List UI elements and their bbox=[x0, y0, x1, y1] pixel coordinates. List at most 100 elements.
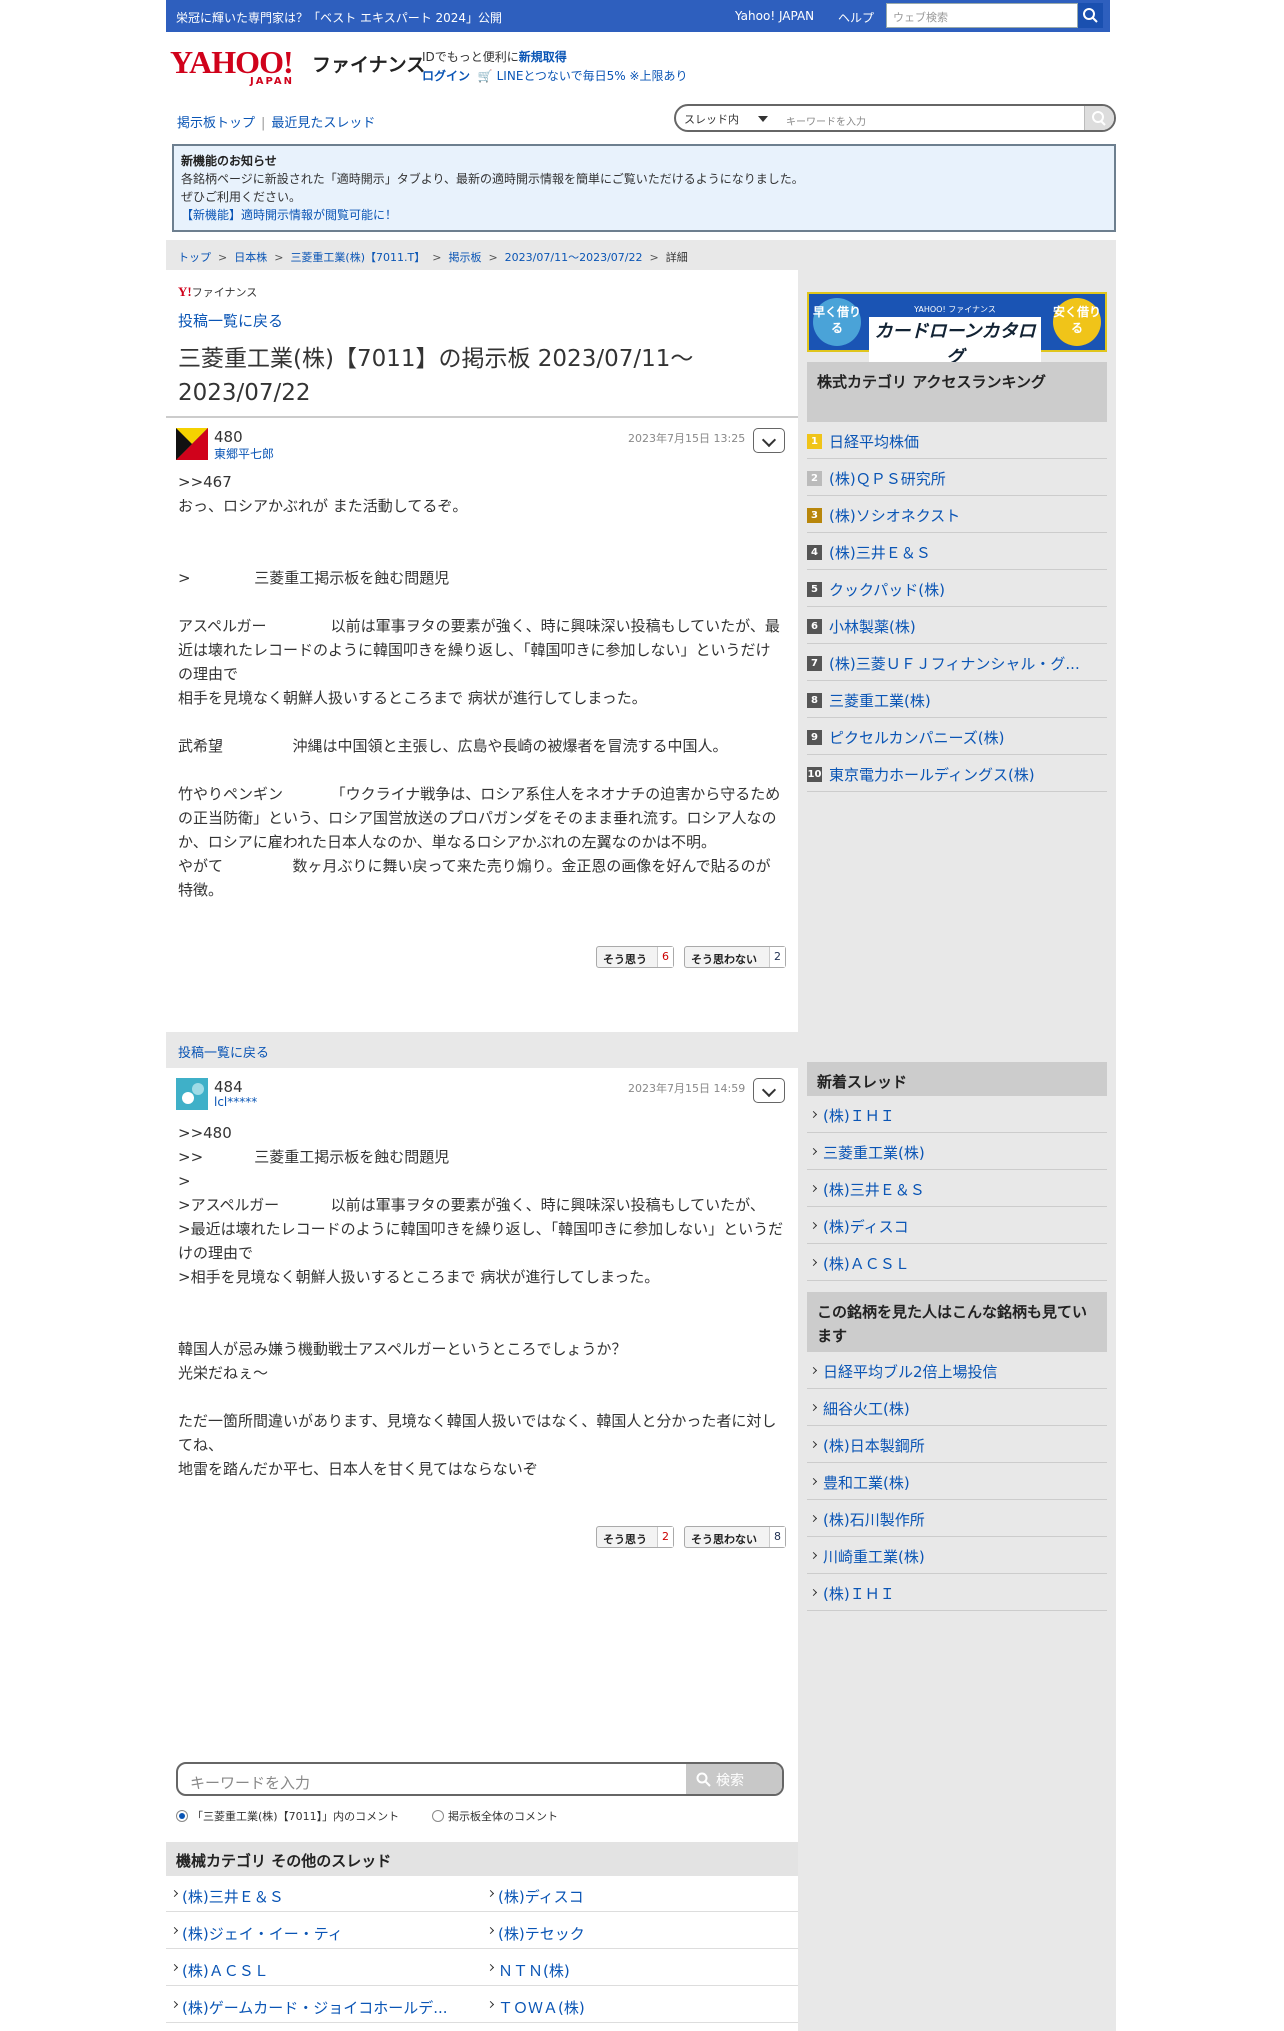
search-scope-select[interactable]: スレッド内 bbox=[684, 111, 739, 127]
other-thread-item[interactable]: (株)ジェイ・イー・ティ bbox=[166, 1913, 482, 1949]
breadcrumb-stock[interactable]: 三菱重工業(株)【7011.T】 bbox=[290, 251, 425, 264]
back-to-list-link[interactable]: 投稿一覧に戻る bbox=[178, 1046, 269, 1061]
other-thread-item[interactable]: (株)三井Ｅ＆Ｓ bbox=[166, 1876, 482, 1912]
also-viewed-item[interactable]: (株)日本製鋼所 bbox=[807, 1426, 1107, 1463]
card-loan-ad[interactable]: 早く借りる YAHOO! ファイナンス カードローンカタログ 安く借りる bbox=[807, 292, 1107, 369]
ranking-item-label: クックパッド(株) bbox=[829, 581, 945, 599]
ad-center: YAHOO! ファイナンス カードローンカタログ bbox=[869, 304, 1041, 369]
board-keyword-input[interactable]: キーワードを入力 bbox=[786, 113, 866, 128]
breadcrumb-jp-stocks[interactable]: 日本株 bbox=[234, 251, 267, 264]
also-viewed-item[interactable]: 豊和工業(株) bbox=[807, 1463, 1107, 1500]
radio-all-comments[interactable]: 掲示板全体のコメント bbox=[432, 1808, 558, 1824]
logo-text: YAHOO! bbox=[170, 44, 294, 80]
agree-button[interactable]: そう思う 2 bbox=[596, 1526, 674, 1548]
post-menu-button[interactable] bbox=[753, 1078, 785, 1103]
agree-button[interactable]: そう思う 6 bbox=[596, 946, 674, 968]
notice-line: 各銘柄ページに新設された「適時開示」タブより、最新の適時開示情報を簡単にご覧いた… bbox=[181, 172, 804, 186]
disagree-button[interactable]: そう思わない 8 bbox=[684, 1526, 786, 1548]
also-viewed-item[interactable]: (株)石川製作所 bbox=[807, 1500, 1107, 1537]
help-link[interactable]: ヘルプ bbox=[838, 9, 874, 26]
notice-line: ぜひご利用ください。 bbox=[181, 190, 302, 204]
ranking-item[interactable]: 2 (株)ＱＰＳ研究所 bbox=[807, 459, 1107, 496]
disagree-count: 2 bbox=[769, 947, 785, 967]
ranking-item[interactable]: 6 小林製薬(株) bbox=[807, 607, 1107, 644]
register-link[interactable]: 新規取得 bbox=[519, 50, 567, 64]
back-to-list-link[interactable]: 投稿一覧に戻る bbox=[178, 310, 283, 331]
search-button[interactable]: 検索 bbox=[686, 1764, 782, 1794]
top-bar: 栄冠に輝いた専門家は？「ベスト エキスパート 2024」公開 Yahoo! JA… bbox=[166, 0, 1110, 32]
post-date: 2023年7月15日 13:25 bbox=[628, 432, 746, 445]
new-thread-item[interactable]: 三菱重工業(株) bbox=[807, 1133, 1107, 1170]
breadcrumb-current: 詳細 bbox=[665, 251, 688, 264]
other-thread-item[interactable]: (株)ＡＣＳＬ bbox=[166, 1950, 482, 1986]
yahoo-japan-link[interactable]: Yahoo! JAPAN bbox=[735, 9, 814, 23]
post-author[interactable]: lcl***** bbox=[214, 1095, 257, 1109]
other-thread-item[interactable]: (株)ディスコ bbox=[482, 1876, 798, 1912]
chevron-down-icon bbox=[758, 116, 768, 122]
board-search: スレッド内 キーワードを入力 bbox=[674, 104, 1116, 132]
line-promo-link[interactable]: LINEとつないで毎日5% ※上限あり bbox=[497, 69, 688, 83]
new-thread-item[interactable]: (株)ＩＨＩ bbox=[807, 1096, 1107, 1133]
other-thread-item[interactable]: ＮＴＮ(株) bbox=[482, 1950, 798, 1986]
disagree-button[interactable]: そう思わない 2 bbox=[684, 946, 786, 968]
also-viewed-item[interactable]: (株)ＩＨＩ bbox=[807, 1574, 1107, 1611]
breadcrumb-period[interactable]: 2023/07/11〜2023/07/22 bbox=[505, 251, 643, 264]
ranking-item[interactable]: 5 クックパッド(株) bbox=[807, 570, 1107, 607]
board-search-button[interactable] bbox=[1084, 106, 1114, 130]
agree-label: そう思う bbox=[603, 953, 647, 966]
notice-title: 新機能のお知らせ bbox=[181, 154, 277, 168]
web-search-input[interactable]: ウェブ検索 bbox=[886, 3, 1078, 28]
breadcrumb-board[interactable]: 掲示板 bbox=[448, 251, 481, 264]
ranking-item-label: 小林製薬(株) bbox=[829, 618, 916, 636]
ranking-item[interactable]: 7 (株)三菱ＵＦＪフィナンシャル・グ... bbox=[807, 644, 1107, 681]
also-viewed-item[interactable]: 川崎重工業(株) bbox=[807, 1537, 1107, 1574]
other-thread-item[interactable]: ＴＯＷＡ(株) bbox=[482, 1987, 798, 2023]
news-link[interactable]: 栄冠に輝いた専門家は？「ベスト エキスパート 2024」公開 bbox=[176, 9, 502, 26]
other-thread-item[interactable]: (株)テセック bbox=[482, 1913, 798, 1949]
id-text: IDでもっと便利に bbox=[422, 50, 519, 64]
radio-checked-icon bbox=[176, 1810, 188, 1822]
also-viewed-heading: この銘柄を見た人はこんな銘柄も見ています bbox=[807, 1292, 1107, 1352]
disagree-label: そう思わない bbox=[691, 953, 757, 966]
ad-brand: YAHOO! ファイナンス bbox=[914, 305, 996, 314]
post-author[interactable]: 東郷平七郎 bbox=[214, 445, 274, 462]
ranking-item[interactable]: 4 (株)三井Ｅ＆Ｓ bbox=[807, 533, 1107, 570]
radio-label: 「三菱重工業(株)【7011】」内のコメント bbox=[192, 1810, 400, 1823]
post-body: おっ、ロシアかぶれが また活動してるぞ。 > 三菱重工掲示板を蝕む問題児 アスペ… bbox=[178, 497, 781, 899]
breadcrumb-top[interactable]: トップ bbox=[178, 251, 211, 264]
breadcrumb: トップ > 日本株 > 三菱重工業(株)【7011.T】 > 掲示板 >2023/07/11〜… bbox=[166, 240, 1116, 270]
ranking-heading: 株式カテゴリ アクセスランキング bbox=[807, 362, 1107, 422]
also-viewed-item[interactable]: 細谷火工(株) bbox=[807, 1389, 1107, 1426]
board-top-link[interactable]: 掲示板トップ bbox=[177, 116, 255, 131]
new-thread-item[interactable]: (株)ＡＣＳＬ bbox=[807, 1244, 1107, 1281]
search-icon bbox=[1092, 111, 1106, 126]
new-thread-item[interactable]: (株)ディスコ bbox=[807, 1207, 1107, 1244]
recent-threads-link[interactable]: 最近見たスレッド bbox=[271, 116, 375, 131]
new-thread-item[interactable]: (株)三井Ｅ＆Ｓ bbox=[807, 1170, 1107, 1207]
rank-badge: 10 bbox=[807, 767, 822, 782]
ranking-item[interactable]: 1 日経平均株価 bbox=[807, 422, 1107, 459]
ranking-item[interactable]: 9 ピクセルカンパニーズ(株) bbox=[807, 718, 1107, 755]
web-search-button[interactable] bbox=[1078, 3, 1103, 28]
login-link[interactable]: ログイン bbox=[422, 69, 470, 83]
yahoo-finance-logo[interactable]: YAHOO! JAPAN bbox=[170, 44, 310, 87]
rank-badge: 4 bbox=[807, 545, 822, 560]
radio-unchecked-icon bbox=[432, 1810, 444, 1822]
ranking-item[interactable]: 8 三菱重工業(株) bbox=[807, 681, 1107, 718]
agree-count: 6 bbox=[657, 947, 673, 967]
reply-link[interactable]: >>467 bbox=[178, 470, 784, 494]
post-menu-button[interactable] bbox=[753, 428, 785, 453]
ranking-item-label: 東京電力ホールディングス(株) bbox=[829, 766, 1035, 784]
disagree-count: 8 bbox=[769, 1527, 785, 1547]
notice-link[interactable]: 【新機能】適時開示情報が閲覧可能に！ bbox=[181, 208, 397, 222]
search-icon bbox=[696, 1772, 711, 1787]
radio-thread-comments[interactable]: 「三菱重工業(株)【7011】」内のコメント bbox=[176, 1808, 399, 1824]
other-thread-item[interactable]: (株)ゲームカード・ジョイコホールデ... bbox=[166, 1987, 482, 2023]
search-button-label: 検索 bbox=[716, 1773, 744, 1789]
ranking-item[interactable]: 3 (株)ソシオネクスト bbox=[807, 496, 1107, 533]
ranking-item[interactable]: 10 東京電力ホールディングス(株) bbox=[807, 755, 1107, 792]
finance-small-logo: Y!ファイナンス bbox=[178, 284, 258, 299]
also-viewed-item[interactable]: 日経平均ブル2倍上場投信 bbox=[807, 1352, 1107, 1389]
keyword-input[interactable]: キーワードを入力 bbox=[190, 1772, 310, 1793]
rank-badge: 1 bbox=[807, 434, 822, 449]
